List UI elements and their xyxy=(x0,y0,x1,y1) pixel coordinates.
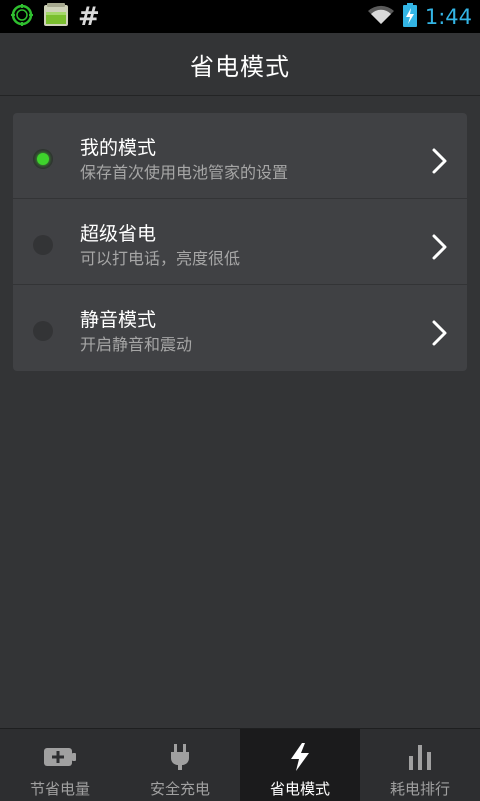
page-title: 省电模式 xyxy=(190,52,290,81)
mode-name: 静音模式 xyxy=(80,309,157,331)
battery-app-icon xyxy=(43,3,69,31)
tab-label: 安全充电 xyxy=(149,780,210,798)
plug-icon xyxy=(169,743,191,771)
wifi-icon xyxy=(367,4,395,30)
tab-label: 耗电排行 xyxy=(389,780,450,798)
battery-plus-icon xyxy=(43,743,77,771)
mode-list: 我的模式 保存首次使用电池管家的设置 超级省电 可以打电话，亮度很低 静音模式 … xyxy=(13,113,467,371)
chevron-right-icon xyxy=(432,320,447,346)
unselected-radio-icon xyxy=(33,235,53,255)
bar-chart-icon xyxy=(407,743,433,771)
mode-name: 超级省电 xyxy=(80,223,157,245)
chevron-right-icon xyxy=(432,148,447,174)
tab-power-mode[interactable]: 省电模式 xyxy=(240,729,360,801)
tab-safe-charge[interactable]: 安全充电 xyxy=(120,729,240,801)
selected-radio-icon xyxy=(33,149,53,169)
mode-item-my-mode[interactable]: 我的模式 保存首次使用电池管家的设置 xyxy=(13,113,467,199)
status-bar: # 1:44 xyxy=(0,0,480,33)
tab-label: 节省电量 xyxy=(29,780,90,798)
mode-name: 我的模式 xyxy=(80,137,157,159)
mode-description: 保存首次使用电池管家的设置 xyxy=(80,163,289,182)
title-bar: 省电模式 xyxy=(0,33,480,96)
mode-item-silent-mode[interactable]: 静音模式 开启静音和震动 xyxy=(13,285,467,371)
mode-description: 开启静音和震动 xyxy=(80,335,193,354)
battery-charging-icon xyxy=(402,3,417,31)
tab-save-power[interactable]: 节省电量 xyxy=(0,729,120,801)
tab-label: 省电模式 xyxy=(269,780,330,798)
unselected-radio-icon xyxy=(33,321,53,341)
mode-item-super-saving[interactable]: 超级省电 可以打电话，亮度很低 xyxy=(13,199,467,285)
bottom-tab-bar: 节省电量 安全充电 省电模式 耗电排行 xyxy=(0,728,480,801)
hash-icon: # xyxy=(78,2,100,32)
chevron-right-icon xyxy=(432,234,447,260)
status-time: 1:44 xyxy=(424,5,472,29)
clock-app-icon xyxy=(10,3,34,31)
lightning-icon xyxy=(289,743,311,771)
tab-usage-ranking[interactable]: 耗电排行 xyxy=(360,729,480,801)
mode-description: 可以打电话，亮度很低 xyxy=(80,249,241,268)
